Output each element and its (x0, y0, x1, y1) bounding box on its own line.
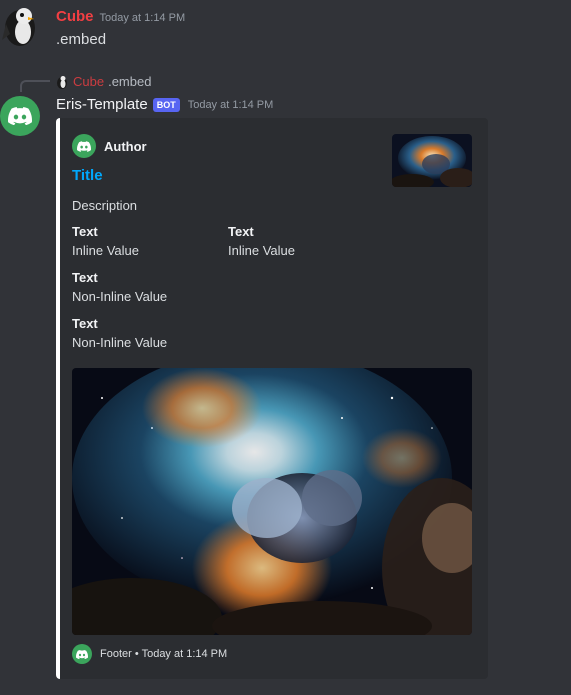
embed-field-block-2: Text Non-Inline Value (72, 316, 167, 350)
embed-title[interactable]: Title (72, 167, 103, 184)
discord-logo-icon (77, 140, 91, 152)
discord-logo-icon (76, 649, 88, 659)
nebula-image (72, 368, 472, 635)
bot-timestamp: Today at 1:14 PM (187, 98, 274, 111)
field-name: Text (72, 270, 98, 285)
field-name: Text (72, 316, 98, 331)
embed-footer: Footer • Today at 1:14 PM (72, 644, 227, 664)
author-name[interactable]: Author (104, 139, 147, 154)
reply-spine (20, 80, 50, 92)
author-icon (72, 134, 96, 158)
penguin-avatar-icon (2, 8, 35, 46)
embed-field-block-1: Text Non-Inline Value (72, 270, 167, 304)
penguin-avatar-icon (57, 75, 67, 89)
embed-author[interactable]: Author (72, 134, 147, 158)
bot-username[interactable]: Eris-Template (56, 96, 148, 113)
reply-username[interactable]: Cube (73, 74, 104, 89)
footer-separator: • (134, 648, 139, 660)
field-value: Non-Inline Value (72, 289, 168, 304)
embed-thumbnail[interactable] (392, 134, 472, 187)
footer-text: Footer • Today at 1:14 PM (100, 648, 227, 660)
field-value: Inline Value (228, 243, 295, 258)
message-timestamp: Today at 1:14 PM (99, 12, 186, 24)
bot-badge: BOT (152, 97, 180, 112)
username-text[interactable]: Cube (56, 8, 94, 25)
discord-logo-icon (8, 107, 32, 125)
reply-content[interactable]: .embed (108, 74, 151, 89)
embed-description: Description (72, 198, 138, 213)
reply-reference[interactable]: Cube .embed (56, 74, 151, 89)
embed-image[interactable] (72, 368, 472, 635)
field-value: Non-Inline Value (72, 335, 168, 350)
bot-header: Eris-Template BOT Today at 1:14 PM (56, 96, 273, 113)
user-avatar[interactable] (0, 4, 40, 48)
message-content: .embed (56, 31, 107, 48)
footer-icon (72, 644, 92, 664)
bot-avatar[interactable] (0, 96, 40, 136)
embed-field-inline-1: Text Inline Value (72, 224, 139, 258)
field-name: Text (228, 224, 254, 239)
field-value: Inline Value (72, 243, 139, 258)
footer-timestamp: Today at 1:14 PM (141, 648, 228, 660)
embed-field-inline-2: Text Inline Value (228, 224, 295, 258)
embed-card: Author Title Description Text Inline Val… (56, 118, 488, 679)
footer-label: Footer (100, 648, 132, 660)
message-author[interactable]: Cube Today at 1:14 PM (56, 8, 185, 25)
nebula-thumbnail-image (392, 134, 472, 187)
field-name: Text (72, 224, 98, 239)
